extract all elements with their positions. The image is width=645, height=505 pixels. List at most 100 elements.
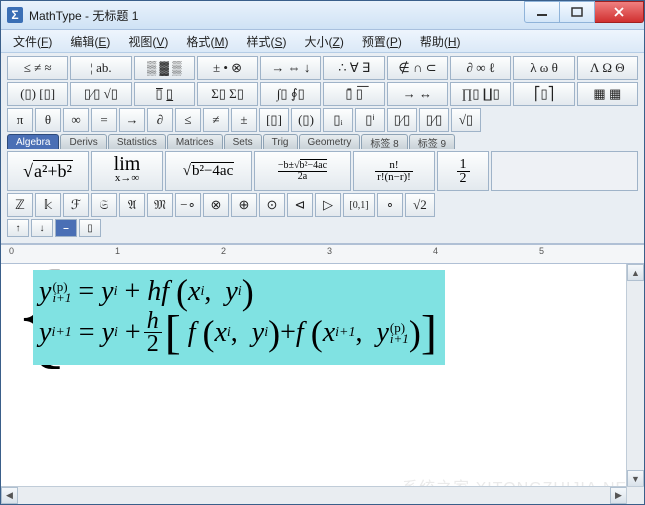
menu-help[interactable]: 帮助(H) — [412, 31, 469, 52]
tmpl-parens[interactable]: (▯) — [291, 108, 321, 132]
menu-size[interactable]: 大小(Z) — [296, 31, 351, 52]
palette-integrals[interactable]: ∫▯ ∮▯ — [260, 82, 321, 106]
palette-sub-sup[interactable]: ▯̅ ▯̲ — [134, 82, 195, 106]
sym-theta[interactable]: θ — [35, 108, 61, 132]
vertical-scrollbar[interactable]: ▲ ▼ — [626, 264, 644, 487]
sym-F[interactable]: ℱ — [63, 193, 89, 217]
sym-rtriangle[interactable]: ▷ — [315, 193, 341, 217]
palette-products[interactable]: ∏▯ ∐▯ — [450, 82, 511, 106]
btn-down[interactable]: ↓ — [31, 219, 53, 237]
expr-quadratic[interactable]: −b±√b²−4ac 2a — [254, 151, 351, 191]
btn-box[interactable]: ▯ — [79, 219, 101, 237]
sym-sqrt2[interactable]: √2 — [405, 193, 435, 217]
btn-up[interactable]: ↑ — [7, 219, 29, 237]
ruler[interactable]: 0 1 2 3 4 5 — [1, 244, 644, 264]
scroll-right-button[interactable]: ▶ — [610, 487, 627, 504]
sym-neq[interactable]: ≠ — [203, 108, 229, 132]
tab-algebra[interactable]: Algebra — [7, 134, 59, 149]
sym-arrow[interactable]: → — [119, 108, 145, 132]
expr-combination[interactable]: n!r!(n−r)! — [353, 151, 435, 191]
sym-circ[interactable]: ∘ — [377, 193, 403, 217]
tab-trig[interactable]: Trig — [263, 134, 298, 149]
scroll-up-button[interactable]: ▲ — [627, 264, 644, 281]
expr-pythag[interactable]: √a²+b² — [7, 151, 89, 191]
palette-summation[interactable]: Σ▯ Σ▯ — [197, 82, 258, 106]
sym-odot[interactable]: ⊙ — [259, 193, 285, 217]
equation-line-2[interactable]: yi+1 = yi + h2 [ f ( xi , yi ) + f — [39, 310, 437, 355]
app-name: MathType — [29, 9, 82, 23]
equation-block[interactable]: { y(p)i+1 = yi + hf ( xi , yi ) — [13, 270, 445, 365]
sym-k[interactable]: 𝕜 — [35, 193, 61, 217]
ruler-mark-4: 4 — [433, 246, 438, 256]
tab-geometry[interactable]: Geometry — [299, 134, 361, 149]
sym-M[interactable]: 𝔐 — [147, 193, 173, 217]
sym-Z[interactable]: ℤ — [7, 193, 33, 217]
sym-partial[interactable]: ∂ — [147, 108, 173, 132]
tab-derivs[interactable]: Derivs — [60, 134, 106, 149]
menu-edit[interactable]: 编辑(E) — [62, 31, 118, 52]
sym-equals[interactable]: = — [91, 108, 117, 132]
tab-statistics[interactable]: Statistics — [108, 134, 166, 149]
palette-calculus-symbols[interactable]: ∂ ∞ ℓ — [450, 56, 511, 80]
sym-oplus[interactable]: ⊕ — [231, 193, 257, 217]
symbol-row-1: ≤ ≠ ≈ ¦ ab. ▒ ▓ ▒ ± • ⊗ → ⇔ ↓ ∴ ∀ ∃ ∉ ∩ … — [7, 56, 638, 80]
palette-hat-tilde[interactable]: ⎡▯⎤ — [513, 82, 574, 106]
sym-otimes[interactable]: ⊗ — [203, 193, 229, 217]
tab-matrices[interactable]: Matrices — [167, 134, 223, 149]
tmpl-frac-small[interactable]: ▯⁄▯ — [419, 108, 449, 132]
window-buttons — [524, 1, 644, 23]
palette-greek-lower[interactable]: λ ω θ — [513, 56, 574, 80]
expr-onehalf[interactable]: 12 — [437, 151, 489, 191]
menu-prefs[interactable]: 预置(P) — [354, 31, 410, 52]
sym-ltriangle[interactable]: ⊲ — [287, 193, 313, 217]
tmpl-superscript[interactable]: ▯ⁱ — [355, 108, 385, 132]
sym-A[interactable]: 𝔄 — [119, 193, 145, 217]
tmpl-brackets[interactable]: [▯] — [259, 108, 289, 132]
palette-labeled-arrows[interactable]: → ↔ — [387, 82, 448, 106]
minimize-button[interactable] — [524, 1, 560, 23]
close-button[interactable] — [595, 1, 644, 23]
palette-operators[interactable]: ± • ⊗ — [197, 56, 258, 80]
menu-view[interactable]: 视图(V) — [120, 31, 176, 52]
equation-selection[interactable]: y(p)i+1 = yi + hf ( xi , yi ) yi+1 = yi — [33, 270, 445, 365]
horizontal-scrollbar[interactable]: ◀ ▶ — [1, 486, 627, 504]
palette-embellish[interactable]: ▒ ▓ ▒ — [134, 56, 195, 80]
sym-S[interactable]: 𝔖 — [91, 193, 117, 217]
sym-minus-circ[interactable]: −∘ — [175, 193, 201, 217]
palette-overbar[interactable]: ▯̄ ▯͞ — [323, 82, 384, 106]
menu-file[interactable]: 文件(F) — [5, 31, 60, 52]
palette-fences[interactable]: (▯) [▯] — [7, 82, 68, 106]
palette-relations[interactable]: ≤ ≠ ≈ — [7, 56, 68, 80]
tmpl-frac-full[interactable]: ▯⁄▯ — [387, 108, 417, 132]
palette-greek-upper[interactable]: Λ Ω Θ — [577, 56, 638, 80]
palette-logic[interactable]: ∴ ∀ ∃ — [323, 56, 384, 80]
tab-8[interactable]: 标签 8 — [361, 134, 407, 149]
palette-matrices[interactable]: ▦ ▦ — [577, 82, 638, 106]
fraction-h-over-2[interactable]: h2 — [144, 310, 162, 355]
tab-9[interactable]: 标签 9 — [409, 134, 455, 149]
menu-style[interactable]: 样式(S) — [238, 31, 294, 52]
tab-sets[interactable]: Sets — [224, 134, 262, 149]
palette-fractions-roots[interactable]: ▯⁄▯ √▯ — [70, 82, 131, 106]
editor-area[interactable]: { y(p)i+1 = yi + hf ( xi , yi ) — [1, 264, 644, 504]
maximize-button[interactable] — [560, 1, 595, 23]
template-row: (▯) [▯] ▯⁄▯ √▯ ▯̅ ▯̲ Σ▯ Σ▯ ∫▯ ∮▯ ▯̄ ▯͞ →… — [7, 82, 638, 106]
window-title: MathType - 无标题 1 — [29, 7, 138, 24]
palette-arrows[interactable]: → ⇔ ↓ — [260, 56, 321, 80]
sym-leq[interactable]: ≤ — [175, 108, 201, 132]
sym-pm[interactable]: ± — [231, 108, 257, 132]
sym-interval[interactable]: [0,1] — [343, 193, 375, 217]
expr-discriminant[interactable]: √b²−4ac — [165, 151, 252, 191]
expr-limit[interactable]: limx→∞ — [91, 151, 163, 191]
menu-format[interactable]: 格式(M) — [178, 31, 236, 52]
tmpl-sqrt[interactable]: √▯ — [451, 108, 481, 132]
scroll-down-button[interactable]: ▼ — [627, 470, 644, 487]
scroll-left-button[interactable]: ◀ — [1, 487, 18, 504]
sym-infty[interactable]: ∞ — [63, 108, 89, 132]
palette-set-theory[interactable]: ∉ ∩ ⊂ — [387, 56, 448, 80]
palette-spaces[interactable]: ¦ ab. — [70, 56, 131, 80]
sym-pi[interactable]: π — [7, 108, 33, 132]
equation-line-1[interactable]: y(p)i+1 = yi + hf ( xi , yi ) — [39, 276, 437, 308]
tmpl-subscript[interactable]: ▯ᵢ — [323, 108, 353, 132]
btn-line[interactable]: ⎯ — [55, 219, 77, 237]
